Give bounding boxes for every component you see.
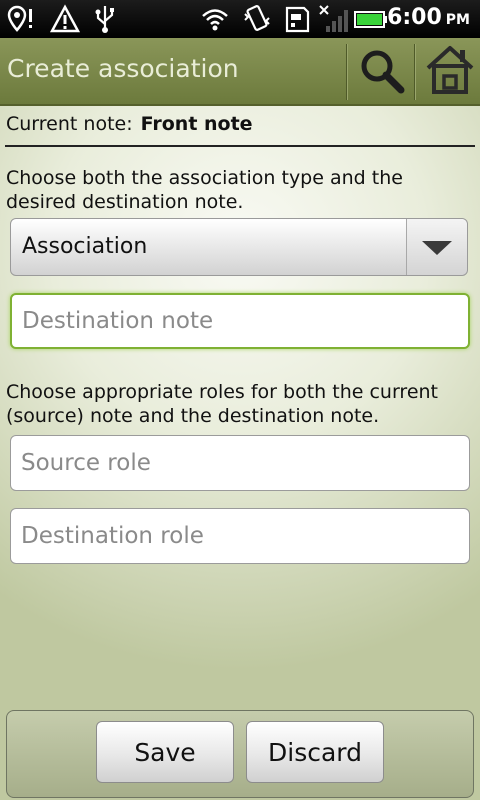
association-instruction: Choose both the association type and the… — [6, 167, 403, 213]
destination-role-input[interactable] — [10, 508, 470, 564]
title-separator — [414, 44, 415, 100]
chevron-down-icon — [422, 241, 452, 255]
current-note-row: Current note: Front note — [6, 113, 253, 135]
location-alert-icon — [7, 5, 32, 32]
current-note-label: Current note: — [6, 113, 133, 135]
no-signal-icon — [319, 5, 348, 32]
title-separator — [346, 44, 347, 100]
bottom-button-bar: Save Discard — [6, 710, 474, 798]
destination-note-input[interactable] — [10, 293, 470, 349]
title-bar: Create association — [0, 38, 480, 106]
search-icon — [361, 50, 405, 94]
association-type-selected: Association — [22, 234, 148, 259]
source-role-input[interactable] — [10, 435, 470, 491]
discard-button[interactable]: Discard — [246, 721, 384, 783]
divider — [5, 145, 475, 147]
sd-card-icon — [285, 6, 310, 33]
search-button[interactable] — [348, 38, 414, 104]
page-title: Create association — [7, 54, 239, 83]
home-button[interactable] — [416, 38, 480, 104]
battery-icon — [354, 11, 387, 28]
dropdown-arrow-area[interactable] — [406, 219, 467, 275]
association-type-dropdown[interactable]: Association — [10, 218, 468, 276]
roles-instruction: Choose appropriate roles for both the cu… — [6, 381, 439, 427]
clock-time: 6:00 — [387, 5, 442, 30]
clock: 6:00 PM — [387, 5, 470, 30]
clock-ampm: PM — [445, 12, 470, 28]
warning-icon — [50, 4, 80, 33]
current-note-value: Front note — [140, 113, 253, 135]
home-icon — [426, 46, 474, 94]
vibrate-icon — [244, 5, 270, 31]
status-bar: 6:00 PM — [0, 0, 480, 38]
usb-icon — [95, 6, 114, 33]
save-button[interactable]: Save — [96, 721, 234, 783]
wifi-icon — [202, 9, 228, 31]
